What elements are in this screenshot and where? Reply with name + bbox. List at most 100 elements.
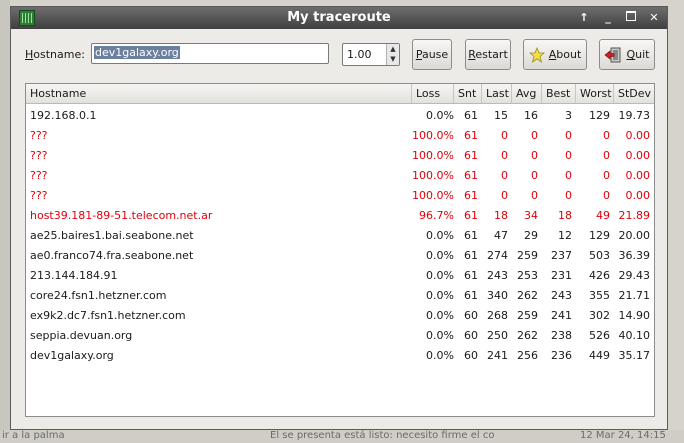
pause-button[interactable]: Pause [412, 39, 452, 70]
cell-avg: 0 [531, 189, 538, 202]
cell-worst: 449 [589, 349, 610, 362]
table-row[interactable]: ae0.franco74.fra.seabone.net 0.0% 61 274 259… [26, 246, 654, 266]
cell-last: 18 [494, 209, 508, 222]
cell-best: 3 [565, 109, 572, 122]
table-row[interactable]: core24.fsn1.hetzner.com 0.0% 61 340 262 243 35… [26, 286, 654, 306]
titlebar[interactable]: My traceroute ↑ _ ✕ [11, 7, 667, 29]
table-row[interactable]: 192.168.0.1 0.0% 61 15 16 3 129 19.73 [26, 106, 654, 126]
cell-host: core24.fsn1.hetzner.com [30, 289, 167, 302]
table-row[interactable]: 213.144.184.91 0.0% 61 243 253 231 426 29.43 [26, 266, 654, 286]
cell-worst: 0 [603, 149, 610, 162]
column-header-avg[interactable]: Avg [512, 84, 542, 103]
cell-worst: 0 [603, 169, 610, 182]
cell-host: ex9k2.dc7.fsn1.hetzner.com [30, 309, 186, 322]
table-row[interactable]: dev1galaxy.org 0.0% 60 241 256 236 449 35.17 [26, 346, 654, 366]
column-header-stdev[interactable]: StDev [614, 84, 654, 103]
cell-snt: 61 [464, 129, 478, 142]
cell-avg: 29 [524, 229, 538, 242]
table-row[interactable]: ae25.baires1.bai.seabone.net 0.0% 61 47 29 12… [26, 226, 654, 246]
spinner-down-icon[interactable]: ▼ [387, 54, 399, 64]
table-row[interactable]: ??? 100.0% 61 0 0 0 0 0.00 [26, 186, 654, 206]
window-title: My traceroute [287, 10, 391, 25]
restart-label: Restart [468, 48, 508, 61]
cell-best: 12 [558, 229, 572, 242]
cell-last: 268 [487, 309, 508, 322]
quit-label: Quit [626, 48, 650, 61]
table-row[interactable]: host39.181-89-51.telecom.net.ar 96.7% 61 18… [26, 206, 654, 226]
table-row[interactable]: ??? 100.0% 61 0 0 0 0 0.00 [26, 146, 654, 166]
about-button[interactable]: About [523, 39, 587, 70]
cell-avg: 262 [517, 289, 538, 302]
hostname-value[interactable]: dev1galaxy.org [94, 46, 180, 59]
spinner-buttons[interactable]: ▲ ▼ [386, 44, 399, 65]
close-icon[interactable]: ✕ [645, 10, 663, 26]
column-header-last[interactable]: Last [482, 84, 512, 103]
table-row[interactable]: ??? 100.0% 61 0 0 0 0 0.00 [26, 126, 654, 146]
cell-stdev: 40.10 [618, 329, 651, 342]
cell-worst: 355 [589, 289, 610, 302]
cell-worst: 0 [603, 189, 610, 202]
hostname-input[interactable]: dev1galaxy.org [91, 43, 329, 64]
table-header: Hostname Loss Snt Last Avg Best Worst St… [26, 84, 654, 104]
cell-best: 236 [551, 349, 572, 362]
table-row[interactable]: ??? 100.0% 61 0 0 0 0 0.00 [26, 166, 654, 186]
cell-worst: 49 [596, 209, 610, 222]
shade-up-icon[interactable]: ↑ [575, 10, 593, 26]
cell-last: 0 [501, 149, 508, 162]
cell-avg: 0 [531, 169, 538, 182]
hostname-label: Hostname: [25, 48, 85, 61]
cell-last: 243 [487, 269, 508, 282]
column-header-best[interactable]: Best [542, 84, 576, 103]
column-header-loss[interactable]: Loss [412, 84, 454, 103]
cell-best: 18 [558, 209, 572, 222]
cell-snt: 61 [464, 229, 478, 242]
interval-spinner[interactable]: 1.00 ▲ ▼ [342, 43, 400, 66]
cell-last: 0 [501, 129, 508, 142]
cell-host: seppia.devuan.org [30, 329, 133, 342]
cell-worst: 302 [589, 309, 610, 322]
background-window-text: ir a la palma El se presenta está listo:… [0, 430, 684, 443]
cell-loss: 0.0% [426, 349, 454, 362]
cell-stdev: 0.00 [625, 169, 651, 182]
cell-snt: 61 [464, 149, 478, 162]
cell-snt: 61 [464, 289, 478, 302]
column-header-worst[interactable]: Worst [576, 84, 614, 103]
cell-snt: 60 [464, 309, 478, 322]
cell-loss: 100.0% [412, 189, 454, 202]
cell-last: 0 [501, 189, 508, 202]
trace-table[interactable]: Hostname Loss Snt Last Avg Best Worst St… [25, 83, 655, 417]
column-header-hostname[interactable]: Hostname [26, 84, 412, 103]
cell-loss: 0.0% [426, 309, 454, 322]
interval-value[interactable]: 1.00 [347, 48, 372, 61]
cell-last: 0 [501, 169, 508, 182]
cell-stdev: 0.00 [625, 149, 651, 162]
cell-host: ae25.baires1.bai.seabone.net [30, 229, 194, 242]
table-row[interactable]: ex9k2.dc7.fsn1.hetzner.com 0.0% 60 268 259 24… [26, 306, 654, 326]
cell-last: 47 [494, 229, 508, 242]
table-row[interactable]: seppia.devuan.org 0.0% 60 250 262 238 526 40.10 [26, 326, 654, 346]
quit-button[interactable]: Quit [599, 39, 655, 70]
cell-stdev: 20.00 [618, 229, 651, 242]
minimize-icon[interactable]: _ [599, 10, 617, 26]
cell-host: ??? [30, 149, 48, 162]
exit-icon [605, 47, 621, 62]
cell-snt: 61 [464, 209, 478, 222]
maximize-icon[interactable] [622, 10, 640, 26]
cell-snt: 60 [464, 349, 478, 362]
spinner-up-icon[interactable]: ▲ [387, 44, 399, 54]
cell-best: 238 [551, 329, 572, 342]
cell-avg: 34 [524, 209, 538, 222]
cell-last: 340 [487, 289, 508, 302]
column-header-snt[interactable]: Snt [454, 84, 482, 103]
cell-best: 0 [565, 189, 572, 202]
cell-stdev: 35.17 [618, 349, 651, 362]
cell-host: 192.168.0.1 [30, 109, 97, 122]
cell-snt: 60 [464, 329, 478, 342]
cell-avg: 16 [524, 109, 538, 122]
cell-stdev: 21.89 [618, 209, 651, 222]
cell-best: 0 [565, 149, 572, 162]
cell-snt: 61 [464, 109, 478, 122]
restart-button[interactable]: Restart [465, 39, 511, 70]
cell-snt: 61 [464, 249, 478, 262]
cell-last: 15 [494, 109, 508, 122]
